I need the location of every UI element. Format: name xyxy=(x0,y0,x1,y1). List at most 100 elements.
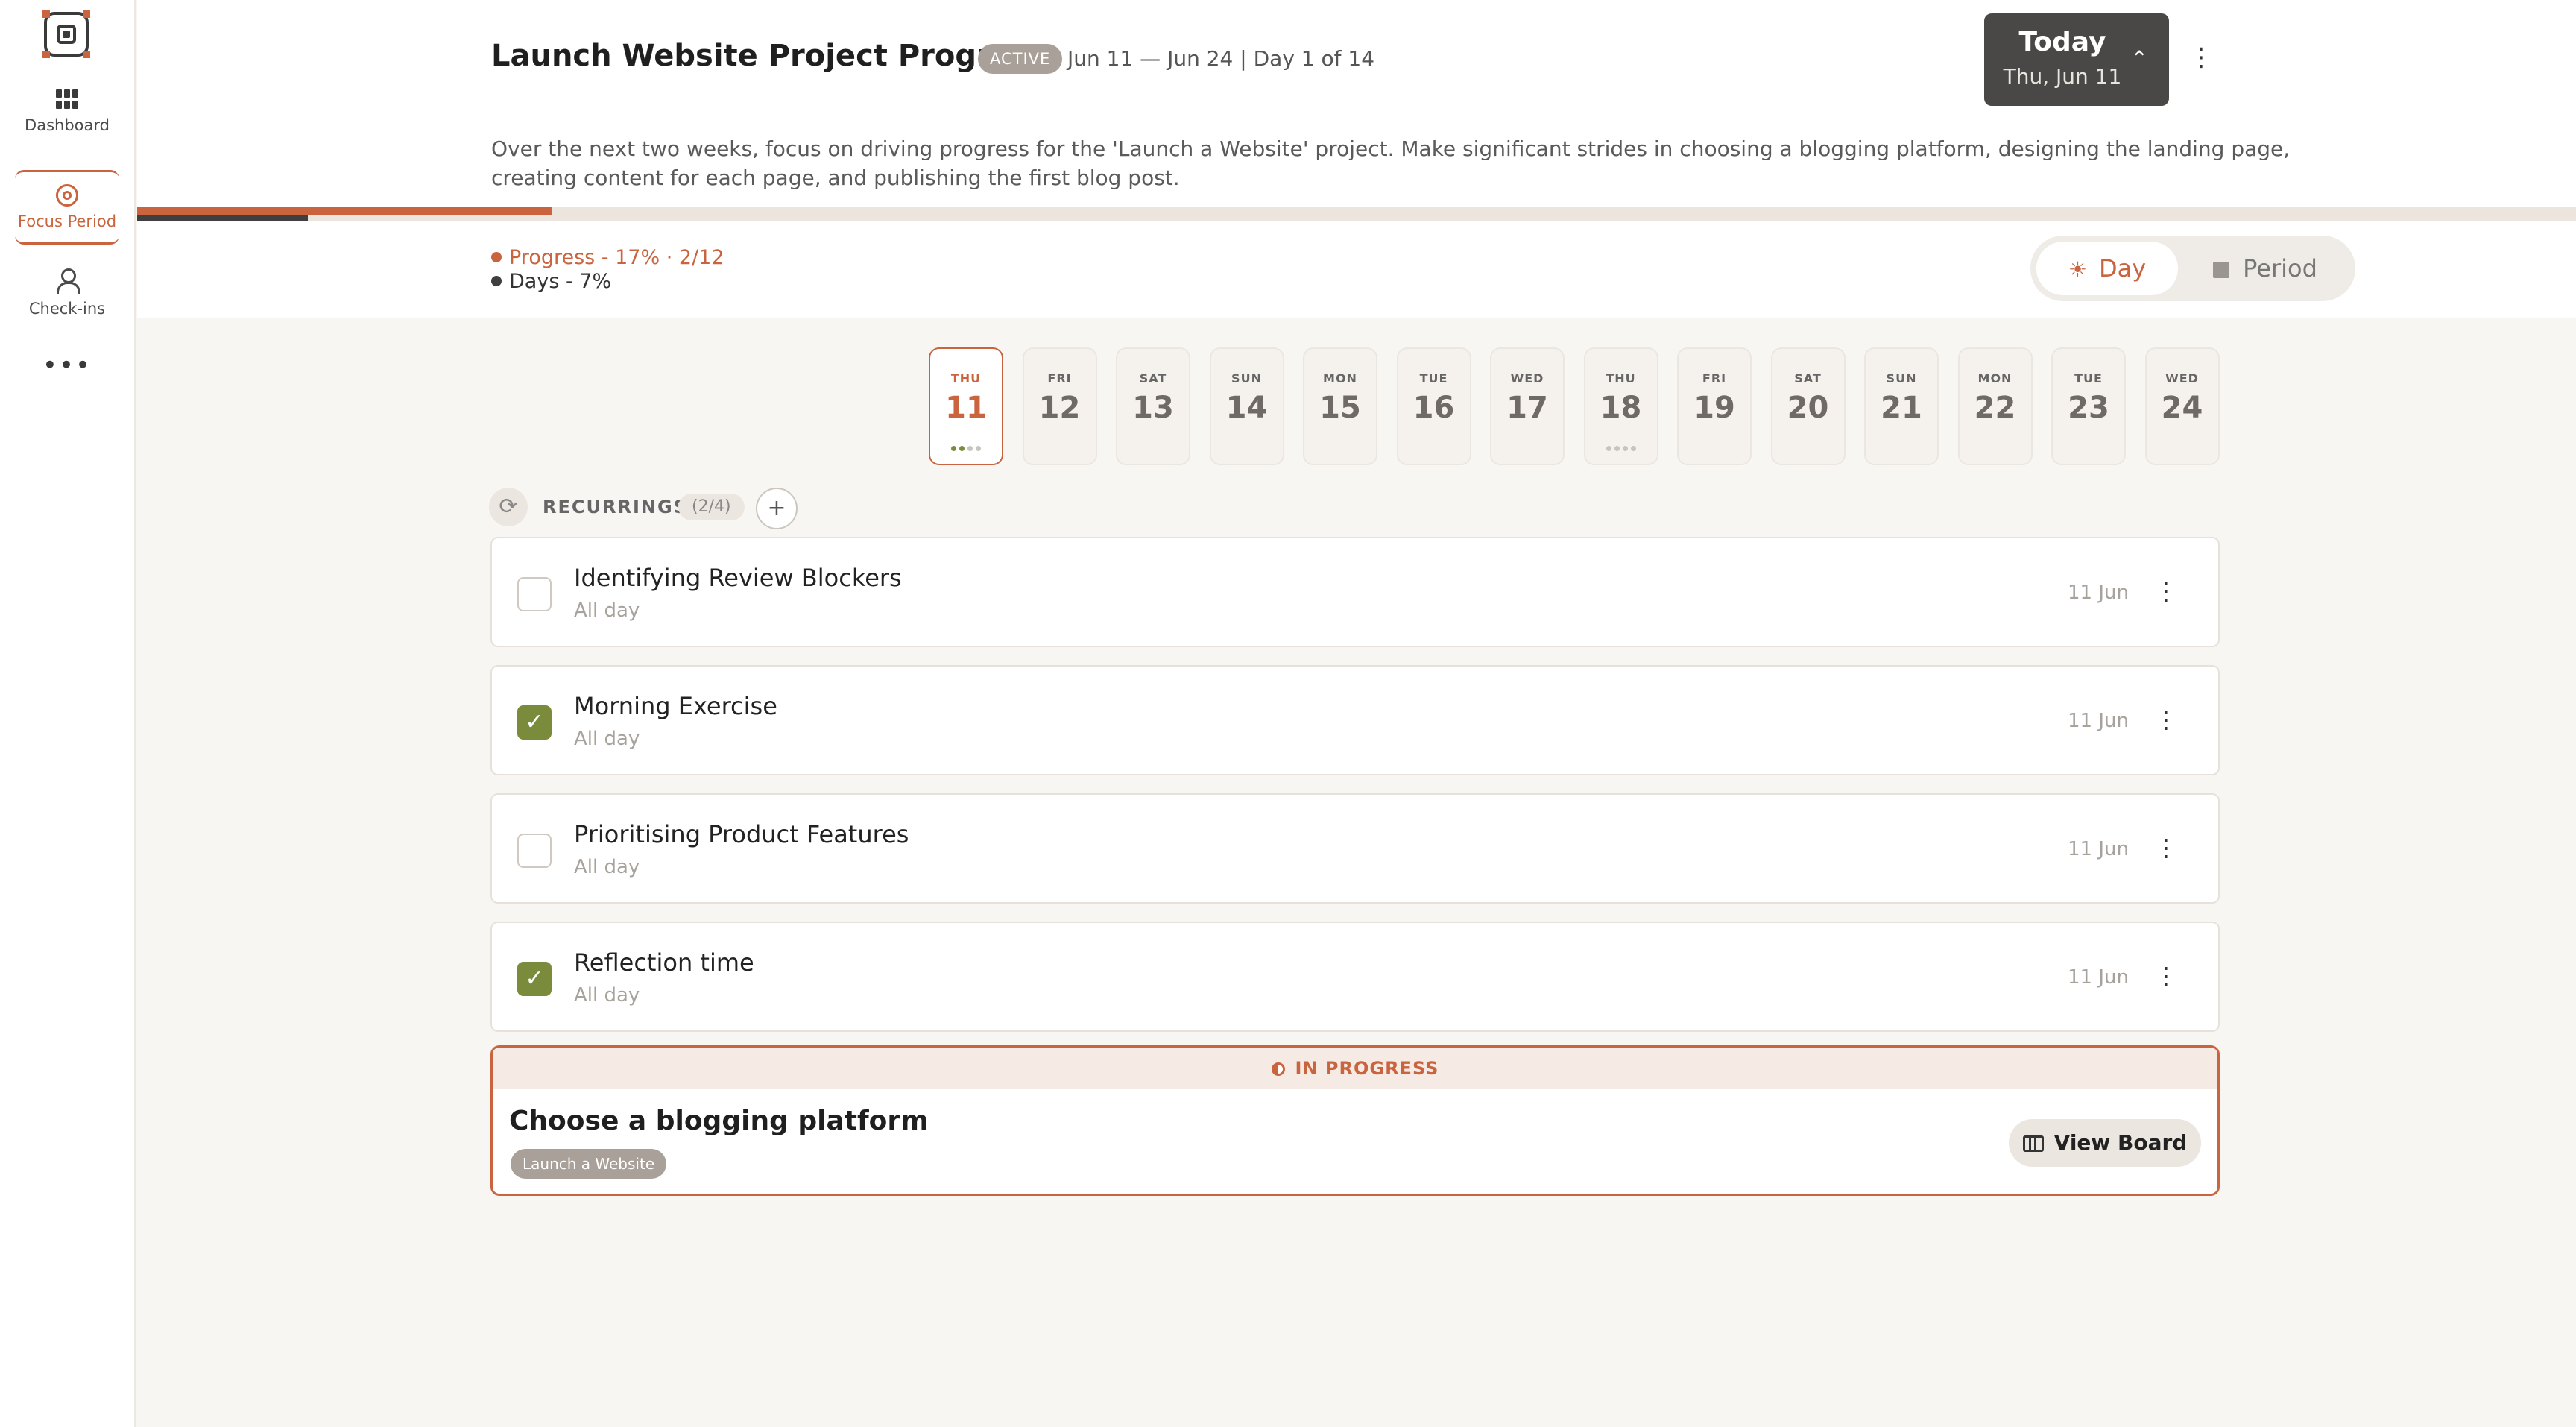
task-dots xyxy=(930,440,1002,454)
day-of-week: THU xyxy=(950,371,982,385)
target-icon xyxy=(56,184,78,207)
task-row[interactable]: Identifying Review Blockers All day 11 Jun… xyxy=(490,537,2220,647)
day-card[interactable]: MON 22 xyxy=(1957,347,2033,465)
task-checkbox[interactable] xyxy=(517,577,552,611)
day-of-week: MON xyxy=(1323,371,1357,385)
view-board-button[interactable]: View Board xyxy=(2009,1119,2201,1167)
task-checkbox[interactable]: ✓ xyxy=(517,705,552,740)
task-schedule: All day xyxy=(574,728,640,750)
day-card[interactable]: WED 17 xyxy=(1490,347,1565,465)
task-row[interactable]: ✓ Reflection time All day 11 Jun ⋮ xyxy=(490,922,2220,1032)
days-progress-bar xyxy=(137,215,308,221)
day-card[interactable]: THU 18 xyxy=(1583,347,1658,465)
day-card[interactable]: FRI 12 xyxy=(1022,347,1097,465)
day-of-week: FRI xyxy=(1047,371,1072,385)
day-of-week: SAT xyxy=(1139,371,1167,385)
recurrings-label: RECURRINGS xyxy=(543,497,688,517)
sidebar-item-label: Focus Period xyxy=(17,212,117,230)
add-recurring-button[interactable]: + xyxy=(756,488,798,529)
progress-bar xyxy=(137,207,552,215)
project-tag[interactable]: Launch a Website xyxy=(511,1149,667,1179)
board-icon xyxy=(2022,1135,2044,1152)
day-number: 22 xyxy=(1974,391,2016,425)
page-header: Launch Website Project Progress ACTIVE J… xyxy=(137,0,2576,209)
task-name: Identifying Review Blockers xyxy=(574,564,902,592)
task-schedule: All day xyxy=(574,856,640,878)
progress-summary: Progress - 17% · 2/12 Days - 7% ☀ Day Per… xyxy=(137,221,2576,318)
day-of-week: TUE xyxy=(2074,371,2103,385)
task-row[interactable]: Prioritising Product Features All day 11 J… xyxy=(490,793,2220,904)
square-icon xyxy=(2213,262,2230,278)
day-card[interactable]: SUN 14 xyxy=(1209,347,1284,465)
period-description: Over the next two weeks, focus on drivin… xyxy=(491,136,2291,190)
task-checkbox[interactable] xyxy=(517,834,552,868)
day-card[interactable]: WED 24 xyxy=(2144,347,2220,465)
day-number: 20 xyxy=(1787,391,1829,425)
day-card[interactable]: SAT 13 xyxy=(1116,347,1190,465)
person-icon xyxy=(54,268,80,294)
status-badge: ACTIVE xyxy=(978,44,1063,74)
today-button-label: Today xyxy=(2018,27,2106,57)
sidebar: Dashboard Focus Period Check-ins ••• xyxy=(0,0,136,1427)
chevron-up-icon: ⌃ xyxy=(2130,46,2148,71)
day-card[interactable]: SAT 20 xyxy=(1770,347,1846,465)
grid-icon xyxy=(56,89,78,109)
more-options-icon[interactable]: ⋮ xyxy=(2188,45,2214,70)
repeat-icon: ⟳ xyxy=(489,488,528,526)
task-checkbox[interactable]: ✓ xyxy=(517,962,552,996)
in-progress-band: IN PROGRESS xyxy=(493,1048,2217,1089)
in-progress-card[interactable]: IN PROGRESS Choose a blogging platform L… xyxy=(490,1045,2220,1196)
sidebar-item-label: Dashboard xyxy=(25,116,110,134)
day-of-week: SAT xyxy=(1794,371,1822,385)
recurrings-count: (2/4) xyxy=(678,494,745,520)
page-title: Launch Website Project Progress xyxy=(491,39,1047,73)
day-of-week: SUN xyxy=(1231,371,1262,385)
sidebar-item-label: Check-ins xyxy=(28,300,106,318)
day-number: 12 xyxy=(1038,391,1081,425)
task-more-icon[interactable]: ⋮ xyxy=(2154,834,2178,862)
day-number: 13 xyxy=(1132,391,1174,425)
task-more-icon[interactable]: ⋮ xyxy=(2154,962,2178,990)
view-toggle: ☀ Day Period xyxy=(2030,236,2355,301)
day-number: 23 xyxy=(2068,391,2109,425)
task-name: Morning Exercise xyxy=(574,692,777,720)
day-toggle-button[interactable]: ☀ Day xyxy=(2036,242,2178,295)
day-number: 18 xyxy=(1600,391,1642,425)
day-number: 14 xyxy=(1225,391,1268,425)
app-logo[interactable] xyxy=(42,10,90,58)
day-card[interactable]: SUN 21 xyxy=(1864,347,1939,465)
day-of-week: WED xyxy=(1510,371,1544,385)
task-schedule: All day xyxy=(574,984,640,1007)
day-card[interactable]: FRI 19 xyxy=(1677,347,1752,465)
today-button[interactable]: Today Thu, Jun 11 ⌃ xyxy=(1984,13,2169,106)
day-of-week: FRI xyxy=(1702,371,1727,385)
task-name: Prioritising Product Features xyxy=(574,820,909,848)
in-progress-status: IN PROGRESS xyxy=(1295,1058,1439,1079)
half-circle-icon xyxy=(1271,1062,1285,1076)
day-number: 19 xyxy=(1693,391,1735,425)
task-title: Choose a blogging platform xyxy=(509,1106,929,1136)
sidebar-item-dashboard[interactable]: Dashboard xyxy=(15,89,119,143)
day-number: 21 xyxy=(1881,391,1922,425)
sun-icon: ☀ xyxy=(2068,257,2087,282)
day-card[interactable]: THU 11 xyxy=(929,347,1003,465)
task-row[interactable]: ✓ Morning Exercise All day 11 Jun ⋮ xyxy=(490,665,2220,775)
more-icon[interactable]: ••• xyxy=(15,350,119,380)
day-strip: THU 11 FRI 12 SAT 13 SUN 14 MON 15 TUE 16 WED 17 THU 18… xyxy=(929,347,2221,467)
day-of-week: MON xyxy=(1977,371,2012,385)
view-board-label: View Board xyxy=(2053,1130,2188,1155)
day-card[interactable]: TUE 16 xyxy=(1396,347,1471,465)
day-of-week: WED xyxy=(2165,371,2199,385)
day-card[interactable]: MON 15 xyxy=(1303,347,1377,465)
day-card[interactable]: TUE 23 xyxy=(2051,347,2126,465)
day-number: 16 xyxy=(1412,391,1455,425)
period-toggle-button[interactable]: Period xyxy=(2179,242,2351,295)
sidebar-item-check-ins[interactable]: Check-ins xyxy=(15,268,119,325)
task-name: Reflection time xyxy=(574,948,754,977)
task-more-icon[interactable]: ⋮ xyxy=(2154,577,2178,605)
date-range: Jun 11 — Jun 24 | Day 1 of 14 xyxy=(1067,46,1375,71)
task-more-icon[interactable]: ⋮ xyxy=(2154,705,2178,734)
day-label: Day xyxy=(2098,254,2147,283)
sidebar-item-focus-period[interactable]: Focus Period xyxy=(15,170,119,245)
task-date: 11 Jun xyxy=(2068,838,2129,860)
